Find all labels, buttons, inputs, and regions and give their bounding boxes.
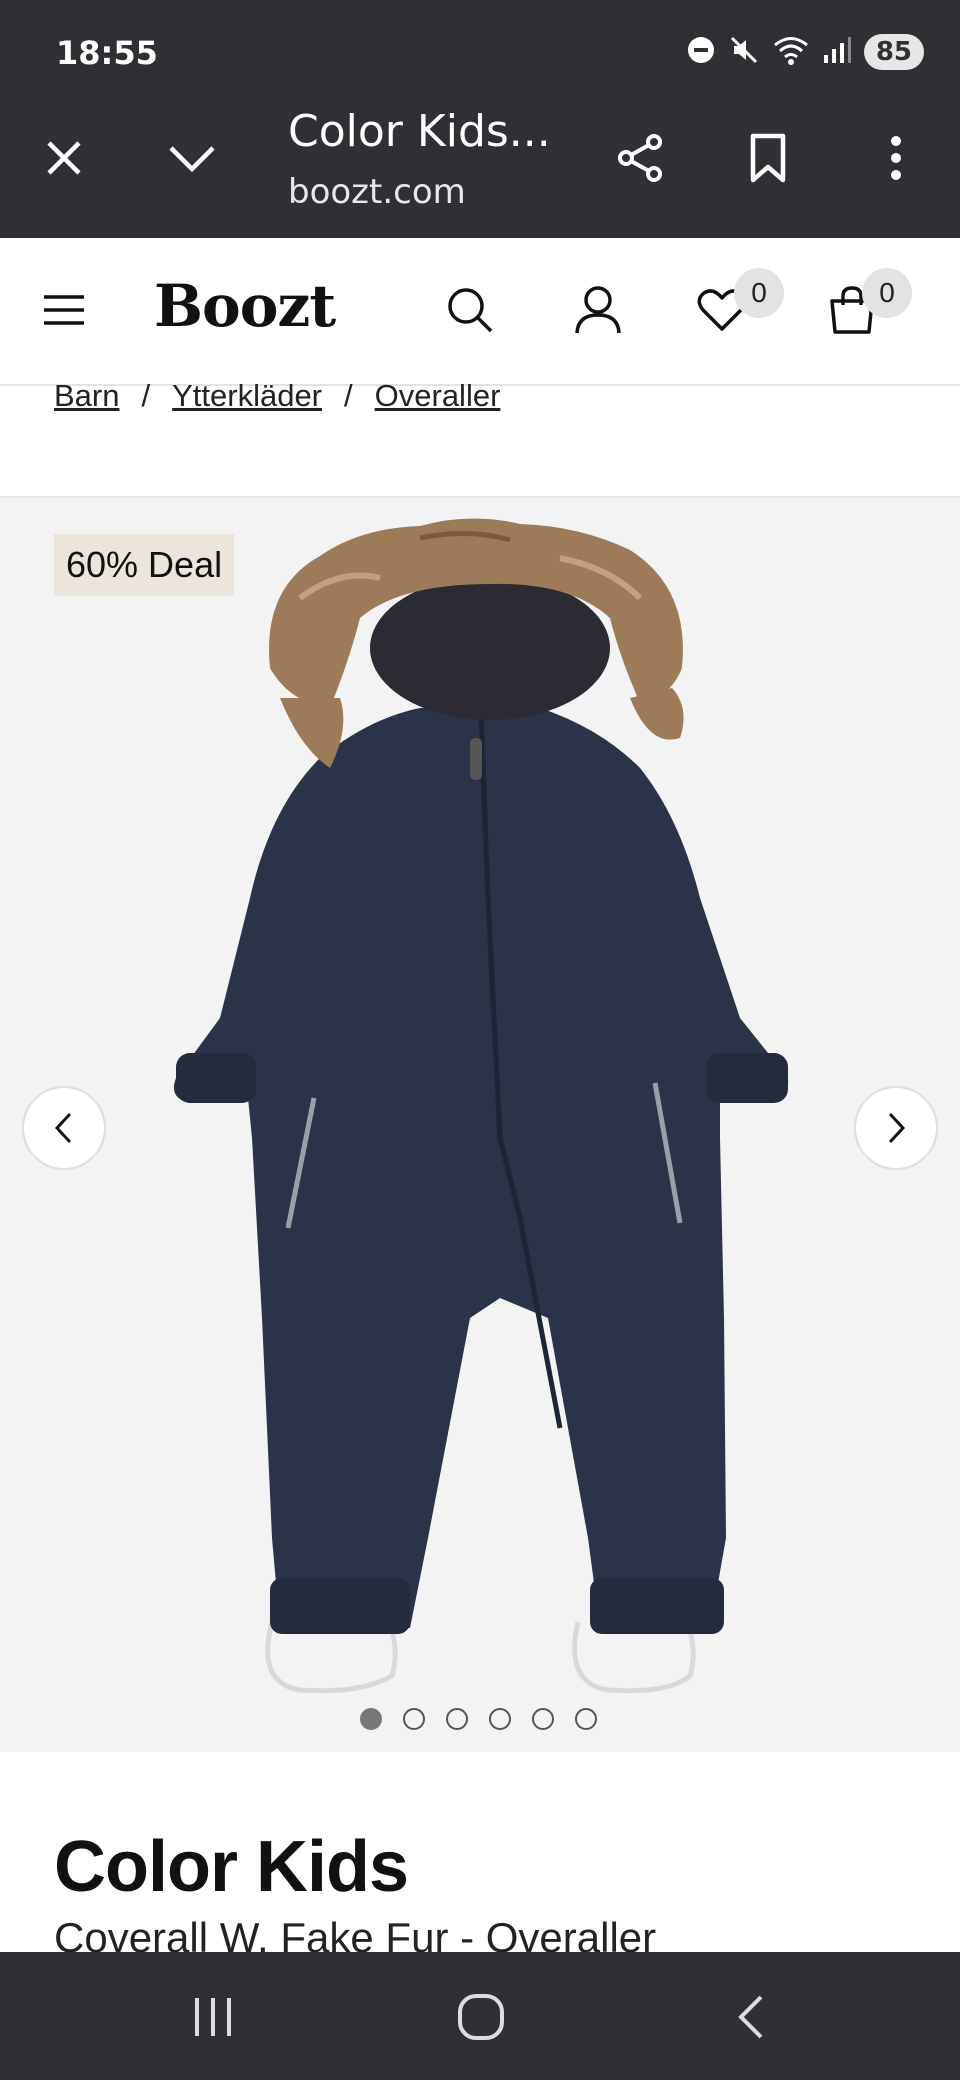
more-vert-icon[interactable] <box>860 122 932 194</box>
bookmark-icon[interactable] <box>732 122 804 194</box>
system-nav-bar <box>0 1952 960 2080</box>
boozt-logo[interactable]: Boozt <box>154 272 336 340</box>
carousel-dots <box>360 1708 597 1730</box>
chevron-down-icon[interactable] <box>156 122 228 194</box>
tab-title[interactable]: Color Kids... <box>288 106 551 157</box>
breadcrumb: Barn / Ytterkläder / Overaller <box>54 378 500 414</box>
do-not-disturb-icon <box>686 35 716 70</box>
status-bar: 18:55 85 <box>0 0 960 96</box>
carousel-dot-1[interactable] <box>360 1708 382 1730</box>
back-icon[interactable] <box>706 1972 796 2062</box>
menu-icon[interactable] <box>22 268 106 352</box>
battery-indicator: 85 <box>863 34 924 70</box>
carousel-dot-3[interactable] <box>446 1708 468 1730</box>
wishlist-count-badge: 0 <box>734 268 784 318</box>
site-header: Boozt 0 0 <box>0 238 960 386</box>
breadcrumb-overaller[interactable]: Overaller <box>375 378 501 414</box>
recent-apps-icon[interactable] <box>168 1972 258 2062</box>
carousel-dot-6[interactable] <box>575 1708 597 1730</box>
breadcrumb-barn[interactable]: Barn <box>54 378 119 414</box>
breadcrumb-separator: / <box>344 378 353 413</box>
product-brand[interactable]: Color Kids <box>54 1826 409 1908</box>
account-icon[interactable] <box>556 268 640 352</box>
product-gallery[interactable]: 60% Deal <box>0 496 960 1752</box>
wifi-icon <box>772 34 810 71</box>
status-icons: 85 <box>686 32 924 72</box>
breadcrumb-ytterklader[interactable]: Ytterkläder <box>172 378 322 414</box>
browser-toolbar: Color Kids... boozt.com <box>0 96 960 238</box>
share-icon[interactable] <box>604 122 676 194</box>
home-icon[interactable] <box>436 1972 526 2062</box>
cart-count-badge: 0 <box>862 268 912 318</box>
mute-icon <box>728 34 760 71</box>
carousel-dot-5[interactable] <box>532 1708 554 1730</box>
carousel-dot-2[interactable] <box>403 1708 425 1730</box>
signal-icon <box>822 35 852 70</box>
product-image[interactable] <box>0 498 960 1698</box>
tab-url[interactable]: boozt.com <box>288 172 466 212</box>
search-icon[interactable] <box>428 268 512 352</box>
breadcrumb-separator: / <box>141 378 151 413</box>
carousel-next-button[interactable] <box>854 1086 938 1170</box>
carousel-prev-button[interactable] <box>22 1086 106 1170</box>
status-time: 18:55 <box>56 34 158 72</box>
carousel-dot-4[interactable] <box>489 1708 511 1730</box>
close-icon[interactable] <box>28 122 100 194</box>
